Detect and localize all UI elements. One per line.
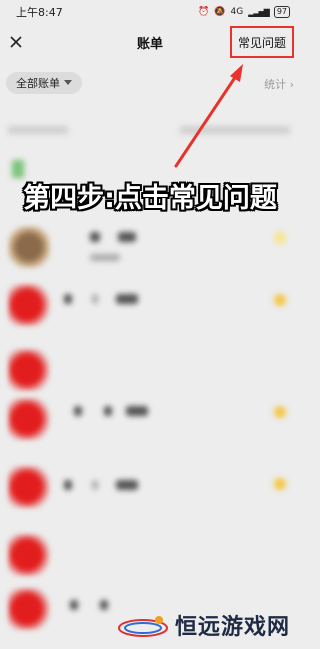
list-item[interactable] (0, 280, 300, 340)
row-text-blur (74, 406, 82, 416)
list-item[interactable] (0, 220, 300, 280)
month-summary-blur (180, 126, 290, 134)
page-title: 账单 (136, 36, 163, 52)
row-text-blur (64, 294, 72, 304)
row-subtext-blur (90, 254, 120, 261)
row-text-blur (116, 294, 138, 304)
row-text-blur (70, 600, 78, 610)
row-text-blur (126, 406, 148, 416)
bill-icon (8, 284, 50, 326)
step-instruction: 第四步:点击常见问题 (23, 182, 277, 214)
row-amount-blur (274, 294, 286, 306)
bill-icon (8, 398, 50, 440)
list-item[interactable] (0, 392, 300, 452)
row-text-blur (118, 232, 136, 242)
filter-row: 全部账单 统计 › (0, 64, 300, 100)
bill-icon (8, 588, 50, 630)
signal-icon: ▂▃▅▇ (248, 7, 270, 17)
caret-down-icon (64, 80, 72, 85)
row-text-blur (116, 480, 138, 490)
all-bills-filter[interactable]: 全部账单 (6, 72, 82, 94)
mute-icon: 🔕 (214, 7, 226, 17)
filter-chip-label: 全部账单 (16, 77, 60, 90)
top-bar: 账单 常见问题 (0, 24, 300, 60)
row-text-blur (64, 480, 72, 490)
stats-link[interactable]: 统计 › (264, 76, 294, 92)
bill-icon (8, 534, 50, 576)
list-item[interactable] (0, 530, 300, 590)
row-text-blur (92, 294, 98, 304)
status-time: 上午8:47 (16, 6, 63, 19)
row-text-blur (104, 406, 112, 416)
watermark-logo-icon (117, 616, 168, 637)
status-icons: ⏰ 🔕 4G ▂▃▅▇ 97 (198, 6, 290, 18)
row-amount-blur (274, 232, 286, 244)
bill-icon (8, 466, 50, 508)
bill-icon (8, 349, 50, 391)
row-text-blur (100, 600, 108, 610)
row-text-blur (90, 232, 100, 242)
watermark-text: 恒远游戏网 (174, 615, 290, 640)
close-icon (10, 36, 22, 48)
chevron-right-icon: › (289, 78, 294, 91)
battery-indicator: 97 (273, 6, 290, 18)
row-amount-blur (274, 406, 286, 418)
alarm-icon: ⏰ (198, 7, 210, 17)
watermark: 恒远游戏网 (117, 607, 290, 643)
month-header-blur (8, 126, 68, 134)
list-item[interactable] (0, 462, 300, 522)
close-button[interactable] (4, 30, 28, 54)
network-label: 4G (230, 7, 244, 17)
stats-label: 统计 (264, 78, 287, 91)
avatar (8, 226, 50, 268)
faq-button[interactable]: 常见问题 (229, 26, 294, 58)
status-bar: 上午8:47 ⏰ 🔕 4G ▂▃▅▇ 97 (0, 0, 300, 24)
row-text-blur (92, 480, 98, 490)
row-amount-blur (274, 478, 286, 490)
